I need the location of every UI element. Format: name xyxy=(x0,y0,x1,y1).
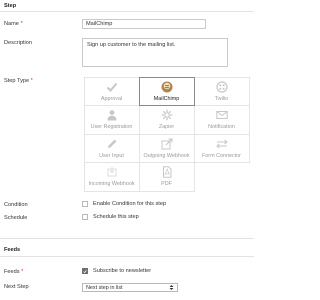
required-asterisk: * xyxy=(21,269,24,275)
feeds-checkbox[interactable] xyxy=(82,268,88,274)
schedule-checkbox[interactable] xyxy=(82,214,88,220)
schedule-label: Schedule xyxy=(4,215,28,221)
feeds-checkbox-label: Subscribe to newsletter xyxy=(93,268,152,274)
feeds-label-text: Feeds xyxy=(4,269,20,275)
schedule-checkbox-label: Schedule this step xyxy=(93,214,139,220)
empty-grid-cell xyxy=(194,163,249,192)
step-type-user-input[interactable]: User Input xyxy=(83,133,140,163)
connector-icon xyxy=(215,138,228,150)
tile-label: Approval xyxy=(100,95,123,102)
webhook-icon xyxy=(106,166,118,178)
step-type-notification[interactable]: Notification xyxy=(193,105,250,135)
tile-label: User Input xyxy=(99,152,124,159)
feeds-label: Feeds * xyxy=(4,269,23,275)
schedule-checkbox-row[interactable]: Schedule this step xyxy=(82,214,139,220)
step-type-label-text: Step Type xyxy=(4,78,30,84)
tile-label: Form Connector xyxy=(202,152,241,159)
description-label: Description xyxy=(4,40,32,46)
zapier-icon xyxy=(161,109,173,121)
envelope-icon xyxy=(215,109,228,121)
name-label: Name * xyxy=(4,21,23,27)
step-type-incoming-webhook[interactable]: Incoming Webhook xyxy=(83,162,140,192)
feeds-checkbox-row[interactable]: Subscribe to newsletter xyxy=(82,268,151,274)
condition-checkbox-label: Enable Condition for this step xyxy=(93,201,167,207)
checkmark-icon xyxy=(83,269,87,273)
step-type-approval[interactable]: Approval xyxy=(83,76,140,106)
next-step-select[interactable]: Next step in list xyxy=(82,283,178,292)
description-textarea[interactable]: Sign up customer to the mailing list. xyxy=(82,38,228,67)
twilio-icon xyxy=(215,81,228,93)
tile-label: Notification xyxy=(208,124,235,131)
next-step-select-value: Next step in list xyxy=(86,284,123,291)
mailchimp-icon xyxy=(161,81,173,93)
tile-label: MailChimp xyxy=(153,95,180,102)
step-type-user-registration[interactable]: User Registration xyxy=(83,105,140,135)
checkmark-icon xyxy=(106,81,118,93)
section-title: Step xyxy=(4,3,17,9)
step-type-outgoing-webhook[interactable]: Outgoing Webhook xyxy=(138,133,195,163)
user-icon xyxy=(106,109,118,121)
pencil-icon xyxy=(106,138,118,150)
external-link-icon xyxy=(161,138,173,150)
step-type-grid: Approval MailChimp Twilio User Registrat… xyxy=(83,76,250,192)
tile-label: Zapier xyxy=(158,124,175,131)
condition-checkbox-row[interactable]: Enable Condition for this step xyxy=(82,201,166,207)
step-type-twilio[interactable]: Twilio xyxy=(193,76,250,106)
condition-checkbox[interactable] xyxy=(82,201,88,207)
pdf-icon xyxy=(161,166,173,178)
section-title: Feeds xyxy=(4,247,21,253)
name-label-text: Name xyxy=(4,21,19,27)
section-divider xyxy=(0,238,254,239)
step-type-zapier[interactable]: Zapier xyxy=(138,105,195,135)
step-type-pdf[interactable]: PDF xyxy=(138,162,195,192)
name-input[interactable]: MailChimp xyxy=(82,19,206,29)
tile-label: Outgoing Webhook xyxy=(143,152,190,159)
step-type-mailchimp[interactable]: MailChimp xyxy=(138,76,195,106)
condition-label: Condition xyxy=(4,202,28,208)
step-type-label: Step Type * xyxy=(4,78,33,84)
tile-label: Incoming Webhook xyxy=(88,181,135,188)
step-type-form-connector[interactable]: Form Connector xyxy=(193,133,250,163)
required-asterisk: * xyxy=(30,78,33,84)
feeds-section-header: Feeds xyxy=(0,244,254,257)
select-arrows-icon xyxy=(168,284,174,291)
tile-label: User Registration xyxy=(90,124,133,131)
step-section-header: Step xyxy=(0,0,254,12)
tile-label: PDF xyxy=(161,181,172,188)
required-asterisk: * xyxy=(20,21,23,27)
next-step-label: Next Step xyxy=(4,284,29,290)
tile-label: Twilio xyxy=(214,95,229,102)
